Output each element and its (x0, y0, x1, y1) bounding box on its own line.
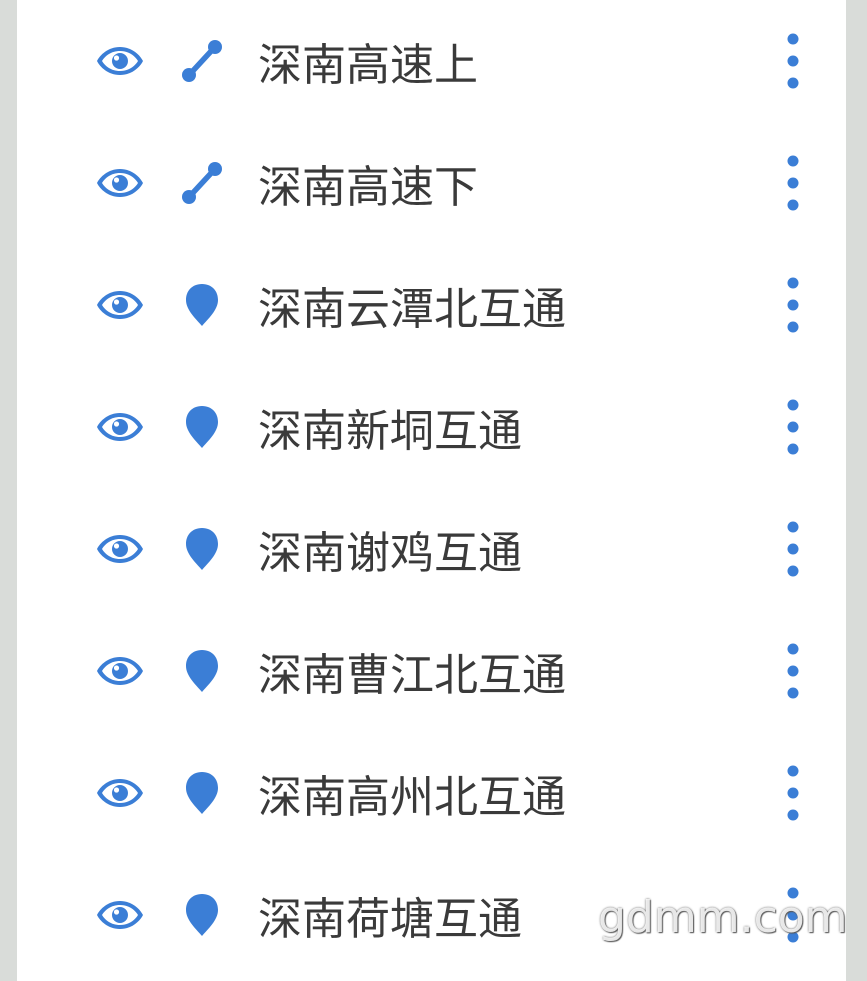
layer-label: 深南高速下 (258, 162, 478, 213)
eye-icon[interactable] (95, 43, 145, 79)
more-vertical-icon[interactable] (777, 31, 809, 91)
layer-row[interactable]: 深南新垌互通 (17, 366, 846, 488)
route-icon (178, 159, 226, 207)
more-vertical-icon[interactable] (777, 275, 809, 335)
more-vertical-icon[interactable] (777, 153, 809, 213)
layer-row[interactable]: 深南高州北互通 (17, 732, 846, 854)
map-pin-icon (178, 891, 226, 939)
layer-row[interactable]: 深南高速下 (17, 122, 846, 244)
eye-icon[interactable] (95, 775, 145, 811)
more-vertical-icon[interactable] (777, 519, 809, 579)
eye-icon[interactable] (95, 531, 145, 567)
layer-panel: 深南高速上 深南高速下 深南云潭北互通 深南新垌互通 深南谢鸡互通 深南曹江北互… (17, 0, 846, 981)
layer-row[interactable]: 深南曹江北互通 (17, 610, 846, 732)
map-pin-icon (178, 403, 226, 451)
map-pin-icon (178, 281, 226, 329)
eye-icon[interactable] (95, 165, 145, 201)
map-pin-icon (178, 647, 226, 695)
watermark: gdmm.com (598, 892, 848, 943)
eye-icon[interactable] (95, 653, 145, 689)
layer-list: 深南高速上 深南高速下 深南云潭北互通 深南新垌互通 深南谢鸡互通 深南曹江北互… (17, 0, 846, 976)
more-vertical-icon[interactable] (777, 397, 809, 457)
layer-label: 深南曹江北互通 (258, 650, 566, 701)
map-pin-icon (178, 525, 226, 573)
eye-icon[interactable] (95, 287, 145, 323)
route-icon (178, 37, 226, 85)
layer-label: 深南高速上 (258, 40, 478, 91)
layer-label: 深南新垌互通 (258, 406, 522, 457)
map-pin-icon (178, 769, 226, 817)
layer-label: 深南高州北互通 (258, 772, 566, 823)
layer-row[interactable]: 深南高速上 (17, 0, 846, 122)
layer-label: 深南荷塘互通 (258, 894, 522, 945)
layer-row[interactable]: 深南云潭北互通 (17, 244, 846, 366)
layer-label: 深南云潭北互通 (258, 284, 566, 335)
layer-row[interactable]: 深南谢鸡互通 (17, 488, 846, 610)
more-vertical-icon[interactable] (777, 641, 809, 701)
layer-label: 深南谢鸡互通 (258, 528, 522, 579)
eye-icon[interactable] (95, 409, 145, 445)
more-vertical-icon[interactable] (777, 763, 809, 823)
eye-icon[interactable] (95, 897, 145, 933)
